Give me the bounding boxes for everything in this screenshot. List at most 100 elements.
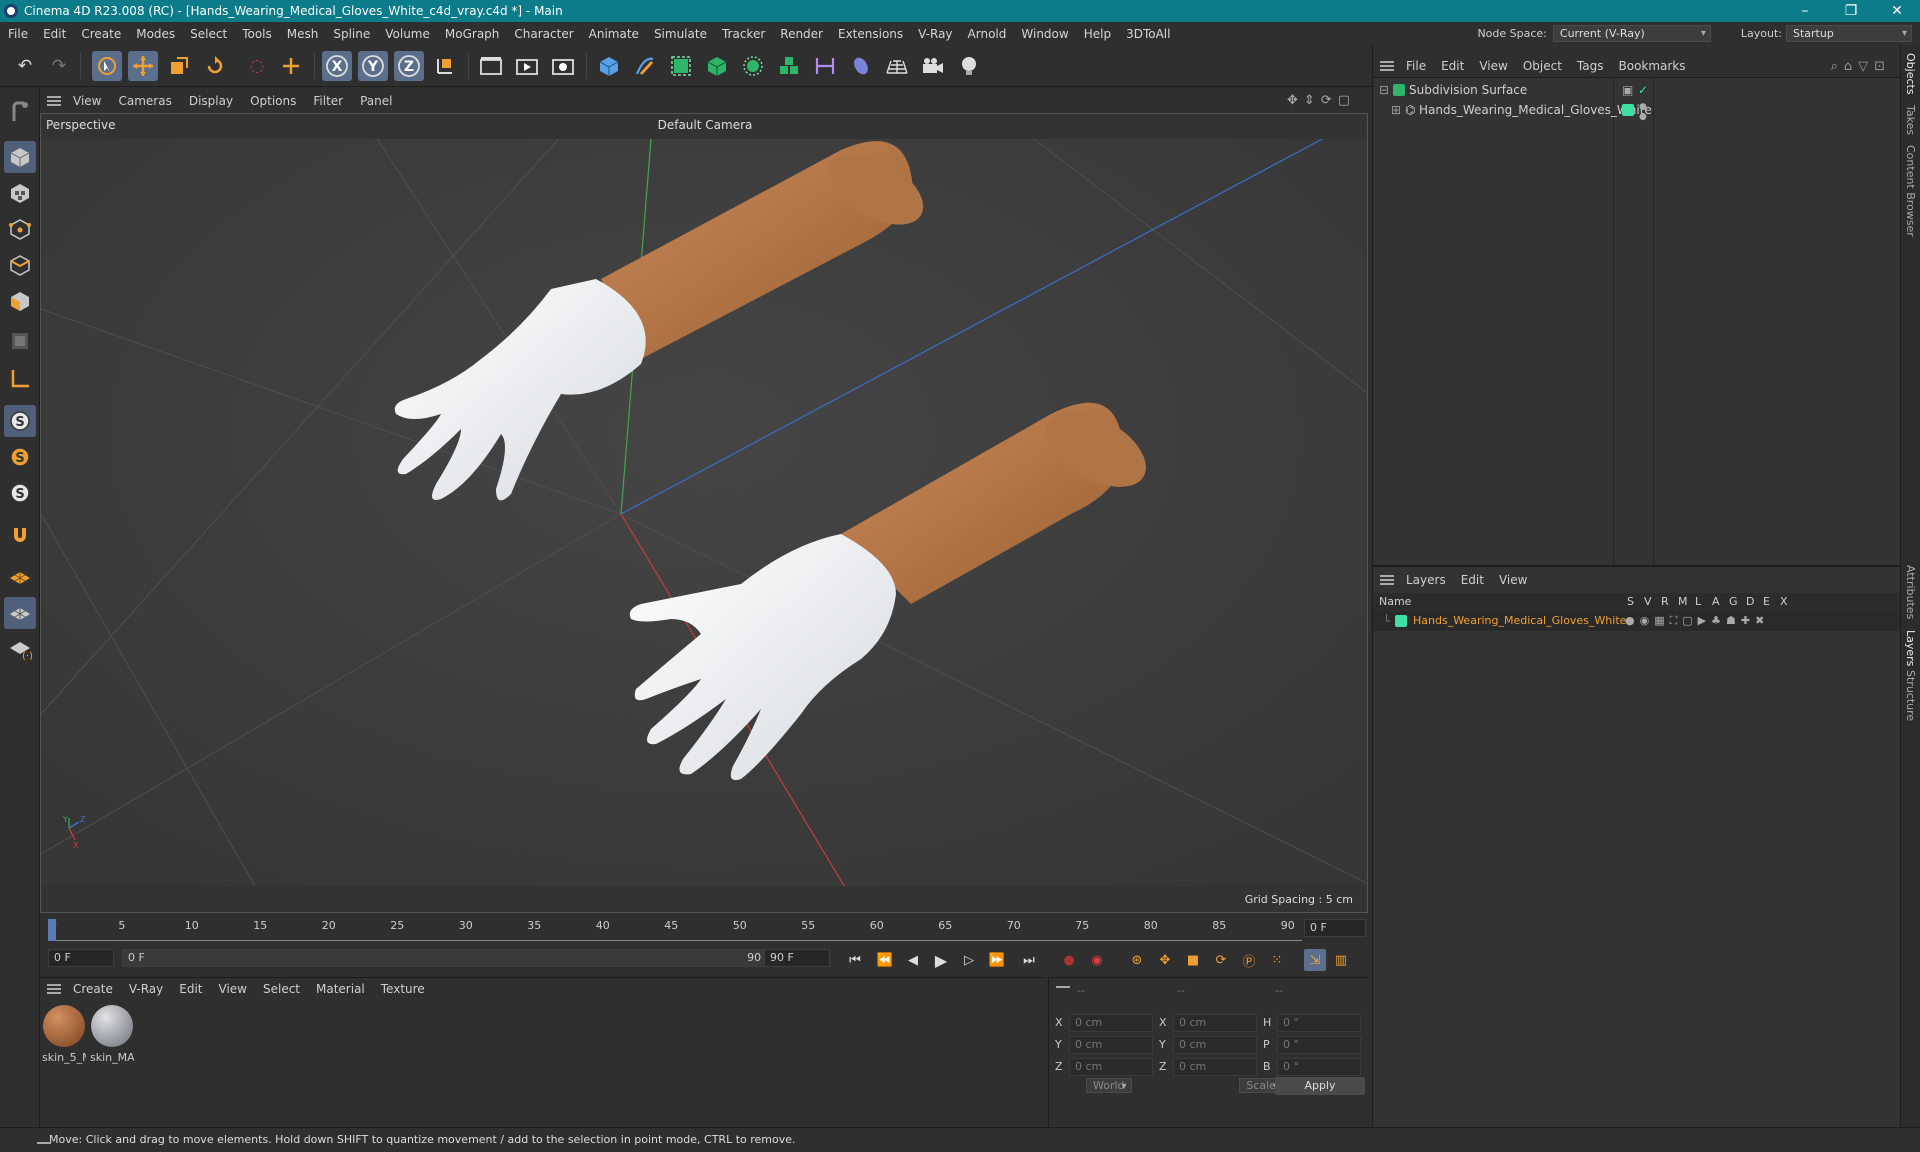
point-mode-icon[interactable] — [4, 213, 36, 245]
tweak-magnet-icon[interactable] — [4, 519, 36, 551]
collapse-icon[interactable]: ⊟ — [1379, 80, 1389, 100]
recent-tools-icon[interactable]: ◌ — [242, 51, 272, 81]
object-search-icons[interactable]: ⌕⌂▽⊡ — [1831, 59, 1891, 74]
menu-render[interactable]: Render — [780, 27, 823, 41]
extrude-icon[interactable] — [702, 51, 732, 81]
render-settings-icon[interactable] — [548, 51, 578, 81]
close-button[interactable]: ✕ — [1874, 0, 1920, 22]
menu-simulate[interactable]: Simulate — [654, 27, 707, 41]
next-frame-icon[interactable]: ▷ — [958, 949, 980, 971]
rot-h-field[interactable]: 0 ° — [1277, 1014, 1361, 1032]
workplane-icon[interactable] — [4, 561, 36, 593]
menu-arnold[interactable]: Arnold — [968, 27, 1007, 41]
render-dots-icon[interactable]: ● ● — [1639, 102, 1647, 122]
tab-attributes[interactable]: Attributes — [1904, 565, 1917, 619]
current-frame-field[interactable]: 0 F — [1304, 919, 1366, 937]
autokey-icon[interactable]: ◉ — [1086, 949, 1108, 971]
rot-b-field[interactable]: 0 ° — [1277, 1058, 1361, 1076]
object-menu-view[interactable]: View — [1479, 59, 1507, 73]
model-mode-icon[interactable] — [4, 141, 36, 173]
material-menu-view[interactable]: View — [219, 982, 247, 996]
material-menu-icon[interactable] — [47, 984, 61, 994]
menu-character[interactable]: Character — [514, 27, 573, 41]
size-z-field[interactable]: 0 cm — [1173, 1058, 1257, 1076]
menu-volume[interactable]: Volume — [385, 27, 430, 41]
menu-create[interactable]: Create — [81, 27, 121, 41]
end-frame-field[interactable]: 90 F — [764, 949, 830, 967]
tab-takes[interactable]: Takes — [1904, 105, 1917, 135]
object-menu-object[interactable]: Object — [1523, 59, 1562, 73]
object-row-subdivision[interactable]: ⊟ Subdivision Surface ▣ ✓ — [1373, 80, 1901, 100]
go-to-start-icon[interactable]: ⏮ — [844, 949, 866, 971]
layer-color-icon[interactable] — [1395, 615, 1407, 627]
snap-icon[interactable]: S — [4, 405, 36, 437]
menu-select[interactable]: Select — [190, 27, 227, 41]
object-menu-icon[interactable] — [1380, 61, 1394, 71]
transform-icon[interactable] — [276, 51, 306, 81]
material-menu-vray[interactable]: V-Ray — [129, 982, 163, 996]
subdivision-icon[interactable] — [666, 51, 696, 81]
undo-icon[interactable]: ↶ — [10, 51, 40, 81]
material-menu-texture[interactable]: Texture — [381, 982, 425, 996]
menu-vray[interactable]: V-Ray — [918, 27, 952, 41]
cube-icon[interactable] — [594, 51, 624, 81]
viewport-menu-display[interactable]: Display — [189, 94, 233, 108]
material-menu-material[interactable]: Material — [316, 982, 365, 996]
tab-content-browser[interactable]: Content Browser — [1904, 145, 1917, 237]
menu-edit[interactable]: Edit — [43, 27, 66, 41]
pos-x-field[interactable]: 0 cm — [1069, 1014, 1153, 1032]
play-icon[interactable]: ▶ — [930, 949, 952, 971]
apply-button[interactable]: Apply — [1275, 1077, 1365, 1095]
rot-p-field[interactable]: 0 ° — [1277, 1036, 1361, 1054]
redo-icon[interactable]: ↷ — [44, 51, 74, 81]
z-axis-icon[interactable]: Z — [394, 51, 424, 81]
previous-frame-icon[interactable]: ◀ — [902, 949, 924, 971]
position-key-icon[interactable]: ✥ — [1154, 949, 1176, 971]
layout-dropdown[interactable]: Startup — [1786, 25, 1912, 42]
object-row-hands[interactable]: ⊞ ⌬ Hands_Wearing_Medical_Gloves_White ●… — [1373, 100, 1901, 122]
size-y-field[interactable]: 0 cm — [1173, 1036, 1257, 1054]
menu-tracker[interactable]: Tracker — [722, 27, 765, 41]
grid-workplane-icon[interactable] — [4, 597, 36, 629]
material-skin-5[interactable]: skin_5_M — [42, 1005, 86, 1073]
material-skin-mat[interactable]: skin_MAT — [90, 1005, 134, 1073]
scale-icon[interactable] — [164, 51, 194, 81]
layer-row[interactable]: └ Hands_Wearing_Medical_Gloves_White ●◉▦… — [1373, 611, 1901, 631]
select-icon[interactable] — [92, 51, 122, 81]
next-key-icon[interactable]: ⏩ — [986, 949, 1008, 971]
record-icon[interactable]: ● — [1058, 949, 1080, 971]
menu-file[interactable]: File — [8, 27, 28, 41]
light-icon[interactable] — [954, 51, 984, 81]
camera-icon[interactable] — [918, 51, 948, 81]
range-slider[interactable]: 0 F 90 F — [122, 949, 784, 967]
polygon-mode-icon[interactable] — [4, 285, 36, 317]
viewport-menu-panel[interactable]: Panel — [360, 94, 392, 108]
object-menu-file[interactable]: File — [1406, 59, 1426, 73]
expand-icon[interactable]: ⊞ — [1391, 100, 1401, 120]
menu-animate[interactable]: Animate — [589, 27, 639, 41]
menu-window[interactable]: Window — [1021, 27, 1068, 41]
rotate-icon[interactable] — [200, 51, 230, 81]
x-axis-icon[interactable]: X — [322, 51, 352, 81]
3d-viewport[interactable]: Perspective Default Camera Grid Spacing … — [40, 113, 1368, 913]
layer-menu-edit[interactable]: Edit — [1461, 573, 1484, 587]
pos-z-field[interactable]: 0 cm — [1069, 1058, 1153, 1076]
menu-mesh[interactable]: Mesh — [287, 27, 319, 41]
material-menu-select[interactable]: Select — [263, 982, 300, 996]
viewport-menu-view[interactable]: View — [73, 94, 101, 108]
scale-key-icon[interactable]: ■ — [1182, 949, 1204, 971]
coordinate-mode-dropdown[interactable]: World — [1086, 1078, 1132, 1093]
viewport-menu-filter[interactable]: Filter — [313, 94, 343, 108]
go-to-end-icon[interactable]: ⏭ — [1018, 949, 1040, 971]
deformer-icon[interactable] — [846, 51, 876, 81]
timeline-ruler[interactable]: 0 5 10 15 20 25 30 35 40 45 50 55 60 65 … — [40, 913, 1368, 943]
tab-objects[interactable]: Objects — [1904, 53, 1917, 95]
previous-key-icon[interactable]: ⏪ — [874, 949, 896, 971]
camera-label[interactable]: Default Camera — [41, 118, 1367, 132]
viewport-menu-options[interactable]: Options — [250, 94, 296, 108]
menu-extensions[interactable]: Extensions — [838, 27, 903, 41]
texture-mode-icon[interactable] — [4, 177, 36, 209]
enabled-check-icon[interactable]: ✓ — [1638, 80, 1648, 100]
maximize-button[interactable]: ❐ — [1828, 0, 1874, 22]
array-icon[interactable] — [774, 51, 804, 81]
